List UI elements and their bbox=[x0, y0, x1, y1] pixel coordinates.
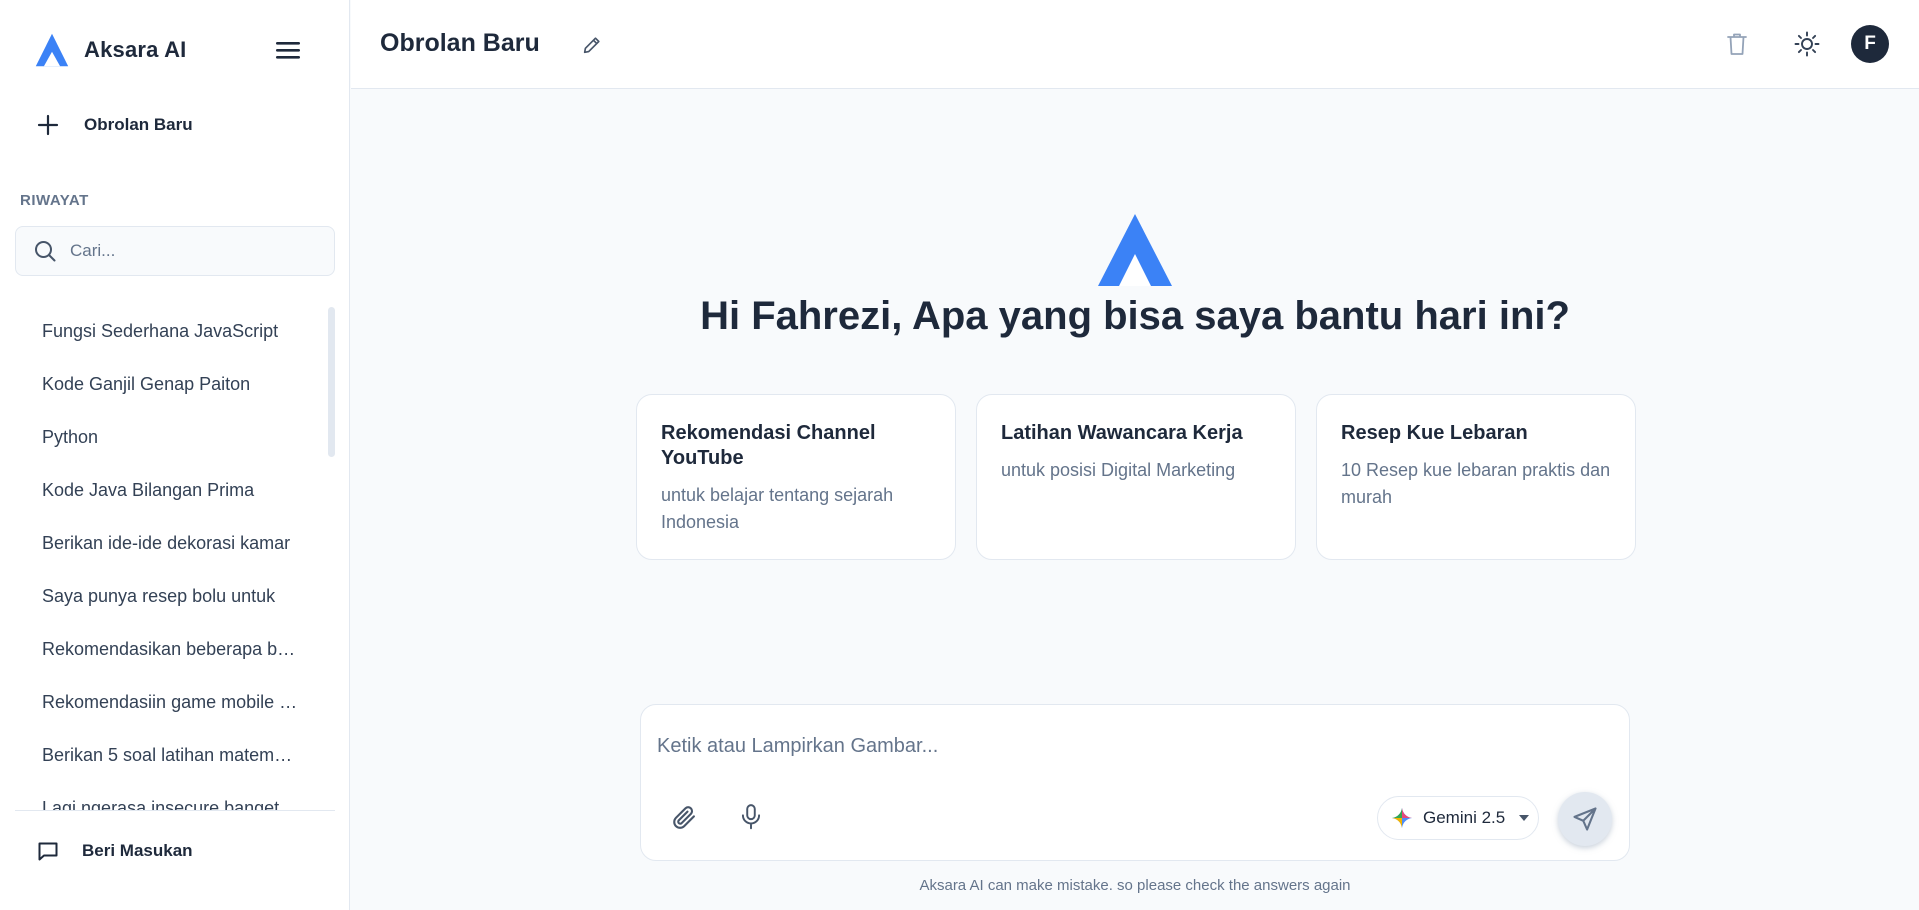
microphone-icon bbox=[741, 804, 761, 830]
send-button[interactable] bbox=[1558, 792, 1612, 846]
sun-icon bbox=[1794, 31, 1820, 57]
history-item-label: Saya punya resep bolu untuk bbox=[42, 586, 276, 606]
brand-name: Aksara AI bbox=[84, 37, 187, 62]
chat-title: Obrolan Baru bbox=[380, 29, 540, 57]
suggestion-card[interactable]: Rekomendasi Channel YouTube untuk belaja… bbox=[636, 394, 956, 560]
card-description: untuk posisi Digital Marketing bbox=[1001, 460, 1236, 480]
hamburger-icon bbox=[276, 42, 300, 59]
brand[interactable]: Aksara AI bbox=[34, 32, 187, 68]
history-item-label: Kode Java Bilangan Prima bbox=[42, 480, 255, 500]
history-item[interactable]: Saya punya resep bolu untuk bbox=[0, 570, 335, 623]
microphone-button[interactable] bbox=[735, 801, 767, 833]
chat-bubble-icon bbox=[38, 842, 58, 860]
gemini-sparkle-icon bbox=[1392, 808, 1412, 828]
attach-button[interactable] bbox=[668, 801, 700, 833]
card-title: Rekomendasi Channel YouTube bbox=[661, 422, 876, 469]
history-item[interactable]: Kode Java Bilangan Prima bbox=[0, 464, 335, 517]
card-description: 10 Resep kue lebaran praktis dan murah bbox=[1341, 460, 1611, 507]
history-title: RIWAYAT bbox=[20, 192, 89, 209]
message-input[interactable] bbox=[657, 735, 1607, 758]
history-item[interactable]: Berikan 5 soal latihan matematika bbox=[0, 729, 335, 782]
menu-toggle-button[interactable] bbox=[272, 36, 304, 64]
feedback-label: Beri Masukan bbox=[82, 840, 193, 860]
search-input[interactable] bbox=[70, 241, 320, 261]
avatar[interactable]: F bbox=[1851, 25, 1889, 63]
rename-chat-button[interactable] bbox=[578, 31, 606, 59]
history-scrollbar[interactable] bbox=[328, 307, 335, 457]
history-item[interactable]: Berikan ide-ide dekorasi kamar bbox=[0, 517, 335, 570]
model-select[interactable]: Gemini 2.5 bbox=[1377, 796, 1539, 840]
card-description: untuk belajar tentang sejarah Indonesia bbox=[661, 485, 894, 532]
history-list: Fungsi Sederhana JavaScript Kode Ganjil … bbox=[0, 305, 335, 810]
chevron-down-icon bbox=[1519, 815, 1530, 821]
card-title: Latihan Wawancara Kerja bbox=[1001, 422, 1243, 444]
trash-icon bbox=[1727, 33, 1747, 55]
new-chat-label: Obrolan Baru bbox=[84, 115, 193, 134]
card-title: Resep Kue Lebaran bbox=[1341, 422, 1528, 444]
history-item-label: Python bbox=[42, 427, 99, 447]
send-icon bbox=[1573, 807, 1597, 831]
aksara-logo bbox=[35, 33, 69, 67]
history-item-label: Rekomendasikan beberapa buku bbox=[42, 639, 302, 659]
theme-toggle-button[interactable] bbox=[1791, 28, 1823, 60]
history-item[interactable]: Fungsi Sederhana JavaScript bbox=[0, 305, 335, 358]
search-icon bbox=[35, 241, 56, 262]
delete-chat-button[interactable] bbox=[1722, 29, 1752, 59]
suggestion-card[interactable]: Resep Kue Lebaran 10 Resep kue lebaran p… bbox=[1316, 394, 1636, 560]
history-item-label: Rekomendasiin game mobile seru bbox=[42, 692, 302, 712]
search-box bbox=[15, 226, 335, 276]
suggestion-card[interactable]: Latihan Wawancara Kerja untuk posisi Dig… bbox=[976, 394, 1296, 560]
history-item-label: Berikan ide-ide dekorasi kamar bbox=[42, 533, 291, 553]
plus-icon bbox=[37, 114, 59, 136]
message-composer: Gemini 2.5 bbox=[640, 704, 1630, 861]
history-item[interactable]: Rekomendasiin game mobile seru bbox=[0, 676, 335, 729]
sidebar: Aksara AI Obrolan Baru RIWAYAT Fungsi Se… bbox=[0, 0, 350, 910]
feedback-button[interactable]: Beri Masukan bbox=[15, 810, 335, 890]
history-item-label: Fungsi Sederhana JavaScript bbox=[42, 321, 279, 341]
history-item-label: Berikan 5 soal latihan matematika bbox=[42, 745, 302, 765]
aksara-logo bbox=[1098, 214, 1172, 286]
greeting-heading: Hi Fahrezi, Apa yang bisa saya bantu har… bbox=[700, 294, 1570, 338]
pencil-icon bbox=[583, 37, 600, 54]
history-item[interactable]: Python bbox=[0, 411, 335, 464]
header: Obrolan Baru F bbox=[351, 0, 1919, 89]
history-item-label: Kode Ganjil Genap Paiton bbox=[42, 374, 251, 394]
model-select-label: Gemini 2.5 bbox=[1423, 808, 1506, 827]
new-chat-button[interactable]: Obrolan Baru bbox=[36, 108, 193, 142]
history-item[interactable]: Kode Ganjil Genap Paiton bbox=[0, 358, 335, 411]
history-item-label: Lagi ngerasa insecure banget bbox=[42, 798, 280, 810]
history-item[interactable]: Rekomendasikan beberapa buku bbox=[0, 623, 335, 676]
disclaimer-text: Aksara AI can make mistake. so please ch… bbox=[919, 877, 1351, 894]
history-item[interactable]: Lagi ngerasa insecure banget bbox=[0, 782, 335, 810]
paperclip-icon bbox=[673, 806, 695, 829]
